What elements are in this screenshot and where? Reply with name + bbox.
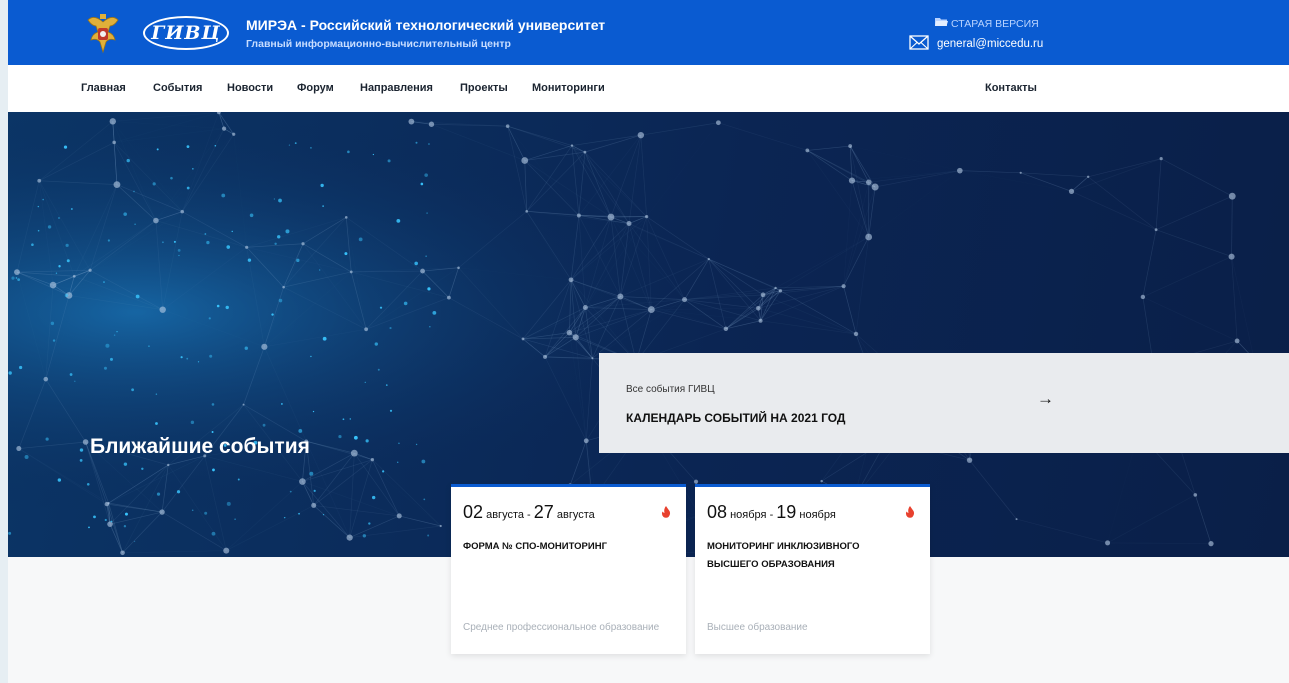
event-start-month: августа bbox=[486, 509, 524, 521]
folder-icon bbox=[935, 17, 948, 30]
page: ГИВЦ МИРЭА - Российский технологический … bbox=[8, 0, 1289, 683]
top-header-bar: ГИВЦ МИРЭА - Российский технологический … bbox=[8, 0, 1289, 65]
email-link[interactable]: general@miccedu.ru bbox=[909, 35, 1043, 53]
envelope-icon bbox=[909, 35, 929, 53]
event-start-month: ноября bbox=[730, 509, 767, 521]
nav-item-contacts[interactable]: Контакты bbox=[985, 82, 1037, 94]
event-date-separator: - bbox=[769, 509, 774, 521]
event-name: ФОРМА № СПО-МОНИТОРИНГ bbox=[463, 541, 607, 552]
event-date-range: 02 августа - 27 августа bbox=[463, 502, 595, 523]
email-address: general@miccedu.ru bbox=[937, 38, 1044, 50]
nav-item-directions[interactable]: Направления bbox=[360, 82, 433, 94]
event-date-separator: - bbox=[527, 509, 531, 521]
event-card[interactable]: 08 ноября - 19 ноября МОНИТОРИНГ ИНКЛЮЗИ… bbox=[695, 484, 930, 654]
event-category: Среднее профессиональное образование bbox=[463, 622, 660, 633]
hero-title: Ближайшие события bbox=[90, 435, 310, 458]
calendar-card-kicker: Все события ГИВЦ bbox=[626, 384, 715, 395]
fire-icon bbox=[905, 505, 915, 523]
fire-icon bbox=[661, 505, 671, 523]
org-title: МИРЭА - Российский технологический униве… bbox=[246, 17, 606, 33]
nav-item-monitoring[interactable]: Мониторинги bbox=[532, 82, 605, 94]
calendar-card-title: КАЛЕНДАРЬ СОБЫТИЙ НА 2021 ГОД bbox=[626, 411, 846, 425]
givc-logo-text: ГИВЦ bbox=[151, 22, 221, 44]
event-date-range: 08 ноября - 19 ноября bbox=[707, 502, 836, 523]
nav-item-news[interactable]: Новости bbox=[227, 82, 273, 94]
nav-item-home[interactable]: Главная bbox=[81, 82, 126, 94]
event-end-day: 19 bbox=[776, 502, 797, 522]
old-version-label: СТАРАЯ ВЕРСИЯ bbox=[951, 17, 1039, 30]
givc-logo[interactable]: ГИВЦ bbox=[143, 16, 229, 50]
event-end-month: ноября bbox=[799, 509, 836, 521]
org-subtitle: Главный информационно-вычислительный цен… bbox=[246, 38, 511, 50]
event-name: МОНИТОРИНГ ИНКЛЮЗИВНОГО ВЫСШЕГО ОБРАЗОВА… bbox=[707, 541, 860, 570]
event-start-day: 02 bbox=[463, 502, 484, 522]
nav-item-forum[interactable]: Форум bbox=[297, 82, 334, 94]
event-end-month: августа bbox=[556, 509, 595, 521]
event-card[interactable]: 02 августа - 27 августа ФОРМА № СПО-МОНИ… bbox=[451, 484, 686, 654]
event-category: Высшее образование bbox=[707, 622, 808, 633]
nav-item-events[interactable]: События bbox=[153, 82, 202, 94]
arrow-right-icon[interactable]: → bbox=[1037, 389, 1054, 409]
main-nav: Главная События Новости Форум Направлени… bbox=[8, 65, 1289, 112]
calendar-card[interactable]: Все события ГИВЦ КАЛЕНДАРЬ СОБЫТИЙ НА 20… bbox=[599, 353, 1289, 453]
nav-item-projects[interactable]: Проекты bbox=[460, 82, 508, 94]
coat-of-arms-icon[interactable] bbox=[84, 12, 122, 54]
old-version-link[interactable]: СТАРАЯ ВЕРСИЯ bbox=[935, 17, 1039, 30]
event-start-day: 08 bbox=[707, 502, 728, 522]
event-end-day: 27 bbox=[533, 502, 554, 522]
